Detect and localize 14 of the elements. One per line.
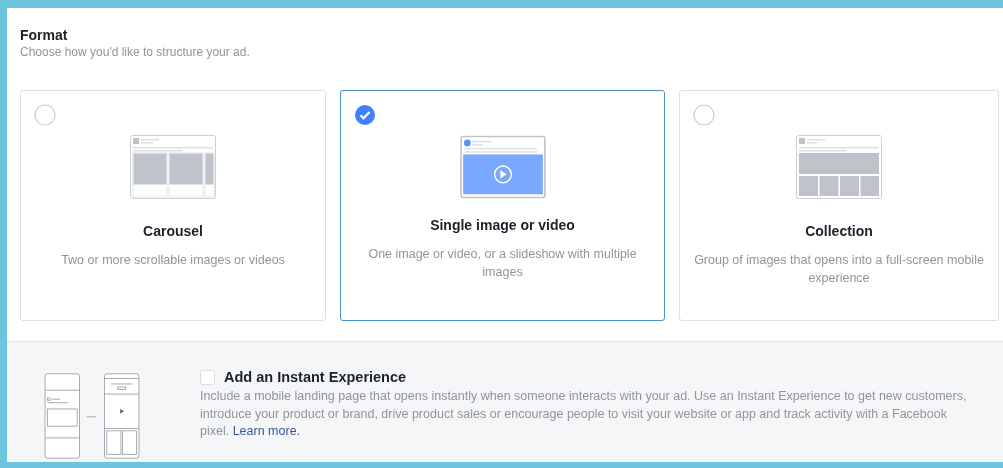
learn-more-link[interactable]: Learn more. xyxy=(232,424,301,438)
option-title: Carousel xyxy=(143,223,203,239)
option-description: Two or more scrollable images or videos xyxy=(61,252,285,269)
instant-experience-description: Include a mobile landing page that opens instantly when someone interacts with your ad. Use an Instant Experience to get new customers, introduce your product or brand, drive product sales or encourage people to visit your website or app and track activity with a Facebook pixel. Learn more. xyxy=(200,388,968,440)
option-description: Group of images that opens into a full-screen mobile experience xyxy=(694,252,984,287)
option-title: Collection xyxy=(805,223,873,239)
instant-experience-title: Add an Instant Experience xyxy=(224,369,407,385)
section-subtitle: Choose how you'd like to structure your ad. xyxy=(20,45,251,59)
format-option-card[interactable]: Collection Group of images that opens into a full-screen mobile experience xyxy=(679,90,999,321)
option-description: One image or video, or a slideshow with multiple images xyxy=(367,246,638,281)
format-option-card[interactable]: Carousel Two or more scrollable images or videos xyxy=(20,90,326,321)
option-title: Single image or video xyxy=(430,217,575,233)
section-title: Format xyxy=(20,27,69,43)
format-option-card[interactable]: Single image or video One image or video, or a slideshow with multiple images xyxy=(340,90,665,321)
